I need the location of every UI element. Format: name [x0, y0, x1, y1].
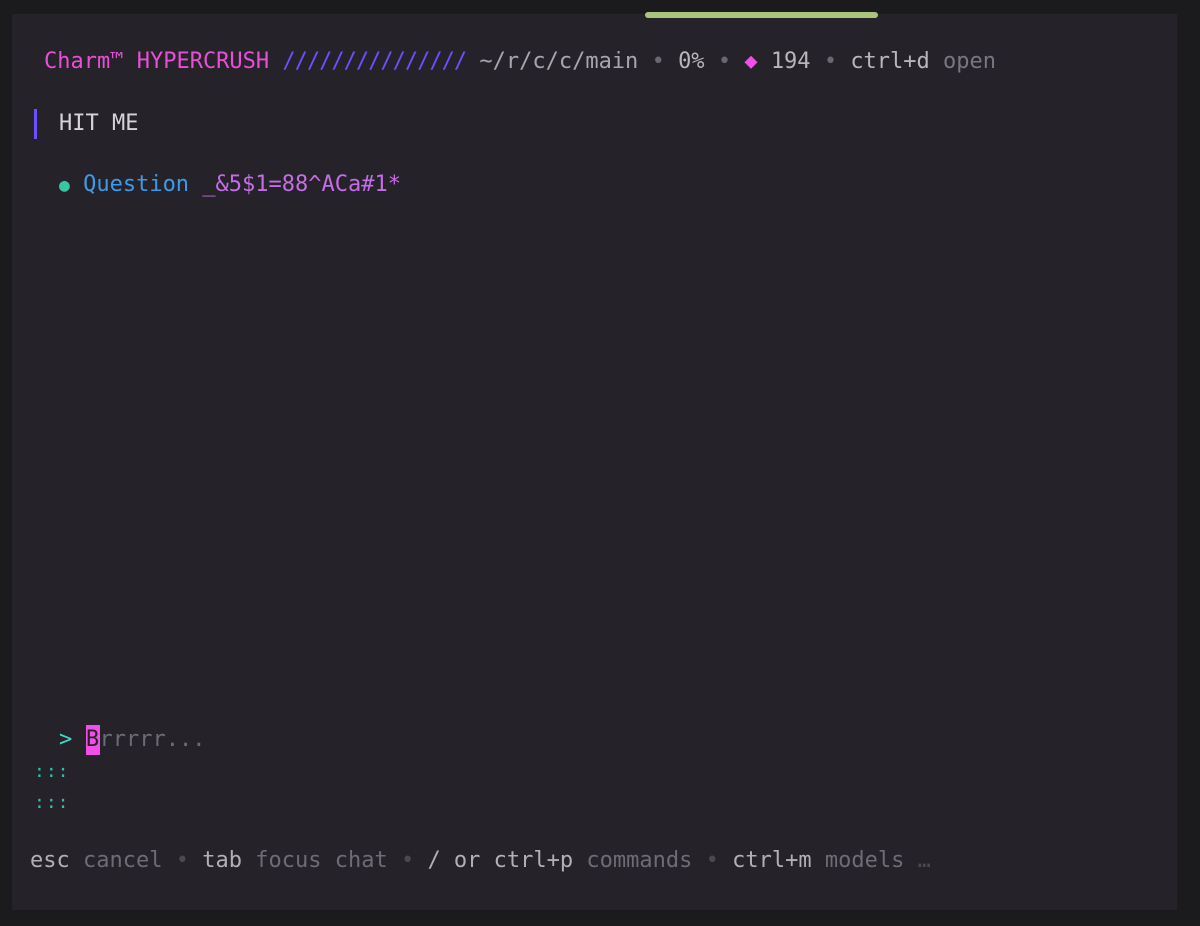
working-directory: ~/r/c/c/main — [479, 49, 639, 74]
footer-separator: • — [705, 848, 719, 873]
footer-separator: • — [400, 848, 415, 873]
terminal-window: Charm™ HYPERCRUSH /////////////// ~/r/c/… — [12, 12, 1177, 910]
keybinding-footer: esc cancel • tab focus chat • / or ctrl+… — [30, 846, 931, 876]
header-separator: • — [823, 49, 838, 74]
footer-key: tab — [202, 848, 242, 873]
continuation-marker: ::: — [34, 792, 70, 813]
app-brand: Charm™ HYPERCRUSH — [44, 49, 270, 74]
user-message: HIT ME — [59, 111, 139, 136]
details-shortcut-key: ctrl+d — [850, 49, 930, 74]
question-label: Question — [83, 172, 190, 197]
footer-desc: cancel — [83, 848, 163, 873]
prompt-input[interactable]: > Brrrrr... — [59, 725, 205, 755]
footer-desc: focus chat — [255, 848, 388, 873]
footer-key: ctrl+m — [732, 848, 812, 873]
window-drag-handle[interactable] — [645, 12, 878, 18]
text-cursor: B — [85, 725, 100, 755]
header-separator: • — [651, 49, 665, 74]
footer-separator: • — [175, 848, 189, 873]
question-item[interactable]: ● Question _&5$1=88^ACa#1* — [59, 170, 401, 201]
brand-slashes: /////////////// — [282, 49, 467, 74]
footer-more: … — [917, 848, 931, 873]
footer-key: esc — [30, 848, 70, 873]
prompt-caret-icon: > — [59, 727, 73, 752]
context-percent: 0% — [678, 49, 705, 74]
user-message-bar — [34, 109, 37, 139]
token-count: 194 — [770, 49, 811, 74]
question-code: _&5$1=88^ACa#1* — [202, 172, 401, 197]
header-bar: Charm™ HYPERCRUSH /////////////// ~/r/c/… — [44, 47, 996, 77]
header-separator: • — [717, 49, 732, 74]
continuation-marker: ::: — [34, 761, 70, 782]
diamond-icon: ◆ — [744, 49, 758, 74]
prompt-placeholder: rrrrr... — [99, 727, 206, 752]
footer-desc: models — [824, 848, 905, 873]
footer-desc: commands — [586, 848, 693, 873]
status-dot-icon: ● — [59, 175, 70, 196]
footer-key: / or ctrl+p — [427, 848, 574, 873]
details-shortcut-desc[interactable]: open — [943, 49, 996, 74]
